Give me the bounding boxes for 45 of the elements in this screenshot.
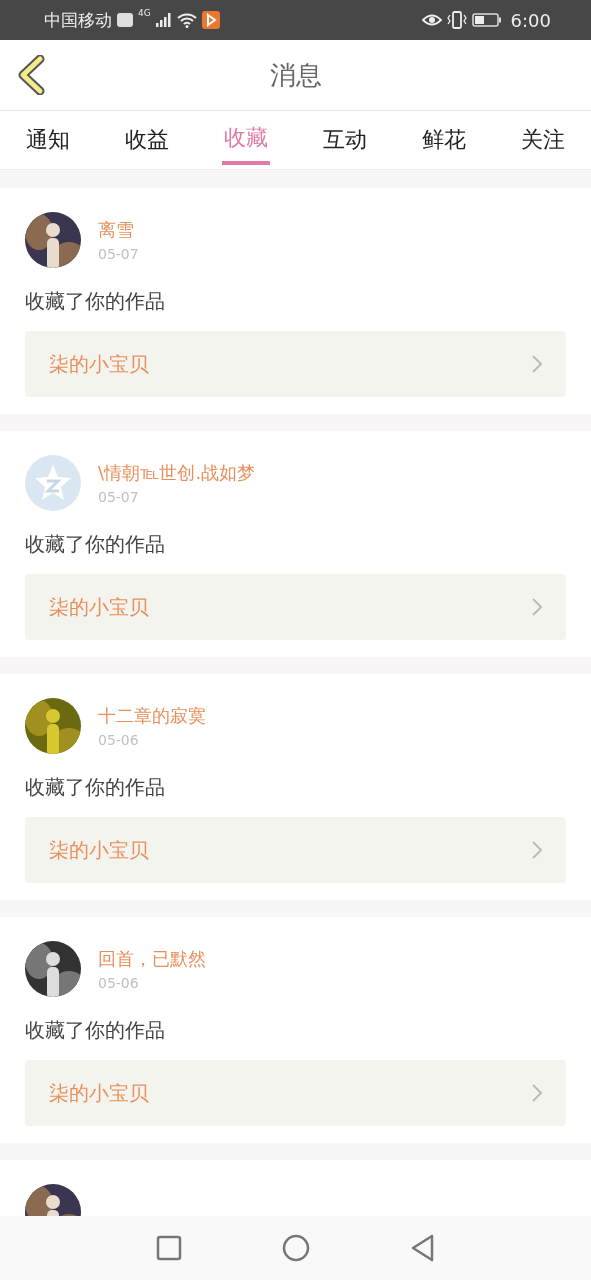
chevron-right-icon: [532, 355, 542, 373]
network-label: 4G: [138, 8, 151, 18]
vibrate-icon: [446, 11, 467, 29]
wifi-icon: [176, 12, 197, 28]
tab[interactable]: 收益: [123, 111, 171, 169]
work-title: 柒的小宝贝: [49, 350, 149, 378]
message-text: 收藏了你的作品: [25, 531, 166, 558]
eye-icon: [421, 13, 442, 27]
user-name[interactable]: \情朝℡世创.战如梦: [98, 461, 256, 485]
tab[interactable]: 鲜花: [420, 111, 468, 169]
app-icon: [201, 11, 220, 29]
work-title: 柒的小宝贝: [49, 836, 149, 864]
carrier-label: 中国移动: [44, 8, 112, 32]
user-name[interactable]: 离雪: [98, 218, 139, 242]
message-text: 收藏了你的作品: [25, 774, 166, 801]
tab[interactable]: 通知: [24, 111, 72, 169]
message-text: 收藏了你的作品: [25, 1017, 166, 1044]
work-link[interactable]: 柒的小宝贝: [25, 817, 566, 883]
date-label: 05-06: [98, 975, 140, 991]
signal-icon: [155, 13, 172, 27]
work-link[interactable]: 柒的小宝贝: [25, 574, 566, 640]
chevron-right-icon: [532, 1084, 542, 1102]
home-icon[interactable]: [281, 1234, 310, 1262]
date-label: 05-07: [98, 489, 140, 505]
work-link[interactable]: 柒的小宝贝: [25, 331, 566, 397]
work-link[interactable]: 柒的小宝贝: [25, 1060, 566, 1126]
back-icon[interactable]: [409, 1234, 436, 1262]
date-label: 05-06: [98, 732, 140, 748]
chevron-right-icon: [532, 841, 542, 859]
recents-icon[interactable]: [155, 1235, 182, 1261]
date-label: 05-07: [98, 246, 139, 262]
user-name[interactable]: 十二章的寂寞: [98, 704, 206, 728]
tab[interactable]: 互动: [321, 111, 369, 169]
back-icon[interactable]: [16, 55, 46, 95]
tab[interactable]: 收藏: [222, 115, 270, 165]
work-title: 柒的小宝贝: [49, 593, 149, 621]
clock-label: 6:00: [510, 9, 551, 31]
work-title: 柒的小宝贝: [49, 1079, 149, 1107]
message-text: 收藏了你的作品: [25, 288, 166, 315]
page-title: 消息: [269, 58, 322, 92]
chevron-right-icon: [532, 598, 542, 616]
tab[interactable]: 关注: [519, 111, 567, 169]
user-name[interactable]: 回首，已默然: [98, 947, 206, 971]
avatar-icon: [25, 455, 81, 511]
battery-icon: [471, 13, 502, 27]
